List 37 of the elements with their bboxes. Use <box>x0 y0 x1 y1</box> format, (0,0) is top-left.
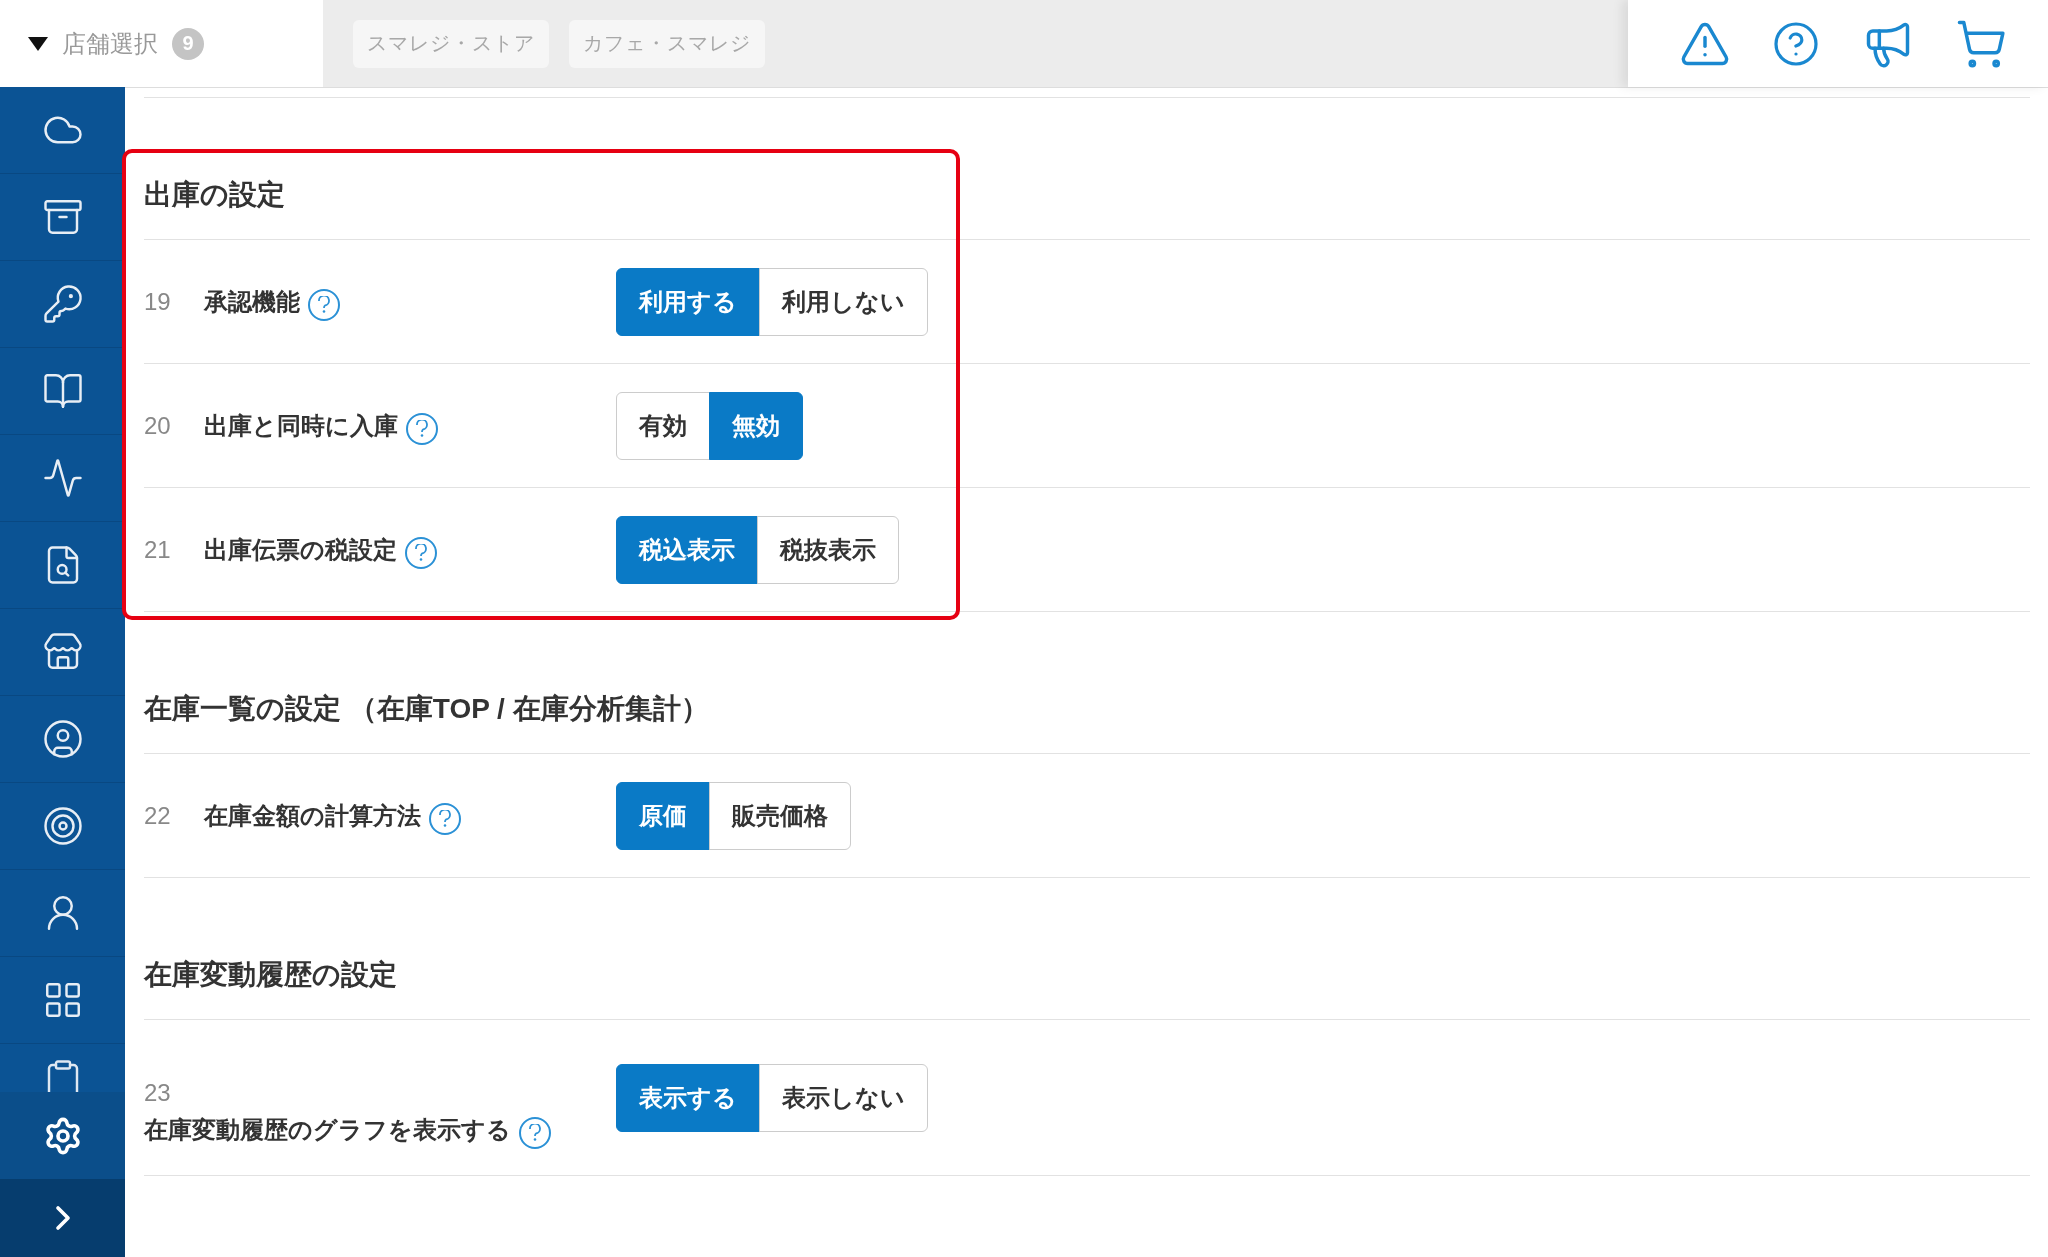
help-icon[interactable] <box>519 1116 551 1149</box>
help-icon[interactable] <box>429 802 461 835</box>
help-icon[interactable] <box>1772 19 1821 68</box>
setting-label: 承認機能 <box>204 286 300 317</box>
caret-icon[interactable] <box>28 36 48 51</box>
setting-label: 出庫伝票の税設定 <box>204 534 397 565</box>
store-select-label[interactable]: 店舗選択 <box>62 27 158 60</box>
option-toggle-button[interactable]: 表示する <box>616 1063 760 1132</box>
setting-label: 在庫変動履歴のグラフを表示する <box>144 1114 511 1145</box>
setting-label: 出庫と同時に入庫 <box>204 410 398 441</box>
setting-number: 23 <box>144 1078 172 1107</box>
option-toggle-button[interactable]: 利用する <box>616 267 760 336</box>
settings-button[interactable] <box>0 1092 125 1179</box>
target-icon[interactable] <box>41 805 84 847</box>
setting-number: 21 <box>144 535 172 564</box>
key-icon[interactable] <box>41 283 84 325</box>
option-toggle-button[interactable]: 無効 <box>709 391 803 460</box>
help-icon[interactable] <box>308 288 340 321</box>
option-toggle-button[interactable]: 原価 <box>616 781 710 850</box>
option-toggle-button[interactable]: 表示しない <box>759 1063 928 1132</box>
help-icon[interactable] <box>405 536 437 569</box>
section-title: 在庫一覧の設定 （在庫TOP / 在庫分析集計） <box>144 692 709 726</box>
option-toggle-button[interactable]: 有効 <box>616 391 710 460</box>
setting-label: 在庫金額の計算方法 <box>204 800 421 831</box>
section-title: 在庫変動履歴の設定 <box>144 958 397 992</box>
user-circle-icon[interactable] <box>41 718 84 760</box>
option-toggle-button[interactable]: 税抜表示 <box>757 515 899 584</box>
help-icon[interactable] <box>406 412 438 445</box>
option-toggle-button[interactable]: 利用しない <box>759 267 928 336</box>
setting-number: 22 <box>144 801 172 830</box>
section-title: 出庫の設定 <box>144 178 285 212</box>
store-count-badge: 9 <box>172 27 204 60</box>
option-toggle-button[interactable]: 販売価格 <box>709 781 851 850</box>
setting-number: 19 <box>144 287 172 316</box>
line-graph-icon[interactable] <box>41 457 84 499</box>
setting-number: 20 <box>144 411 172 440</box>
option-toggle-button[interactable]: 税込表示 <box>616 515 758 584</box>
